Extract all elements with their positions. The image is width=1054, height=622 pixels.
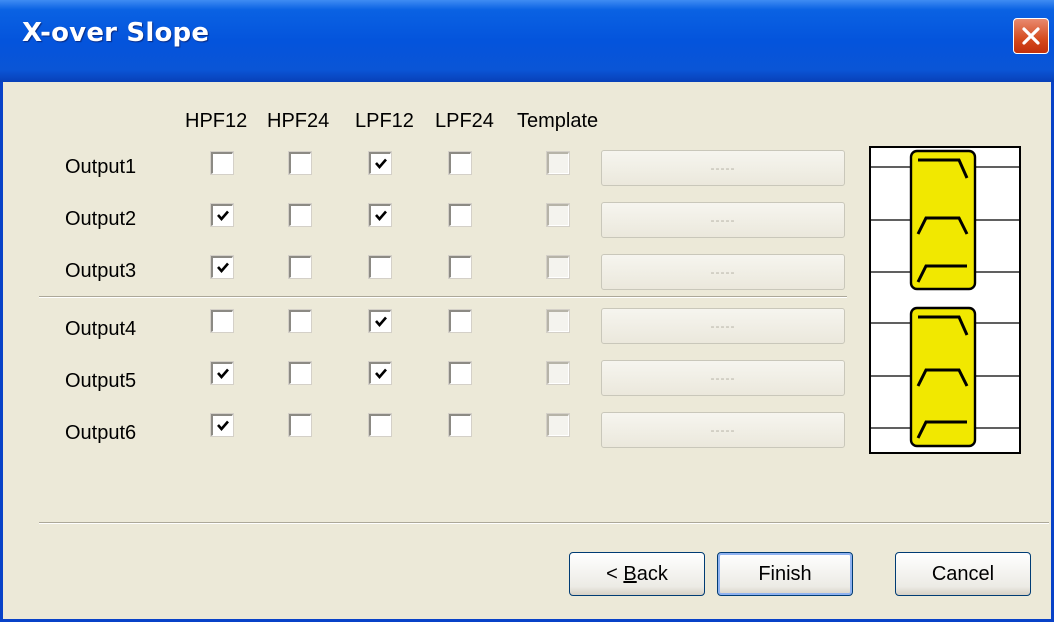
checkbox-output4-lpf24[interactable] [448,309,472,333]
checkbox-output1-template[interactable] [546,151,570,175]
checkbox-output3-lpf12[interactable] [368,255,392,279]
checkbox-output1-lpf12[interactable] [368,151,392,175]
template-button-output2[interactable]: ----- [601,202,845,238]
checkmark-icon [217,420,229,431]
checkbox-output5-hpf12[interactable] [210,361,234,385]
column-header-lpf12: LPF12 [355,110,414,132]
back-prefix: < [606,563,624,585]
group-divider [39,296,847,298]
cancel-button[interactable]: Cancel [895,552,1031,596]
checkbox-output4-lpf12[interactable] [368,309,392,333]
checkbox-output1-hpf24[interactable] [288,151,312,175]
close-button[interactable] [1013,18,1049,54]
row-label-output4: Output4 [65,318,137,340]
dialog-body: HPF12 HPF24 LPF12 LPF24 Template Output1… [3,82,1051,619]
back-rest: ack [636,563,668,585]
checkbox-output3-hpf12[interactable] [210,255,234,279]
checkmark-icon [375,158,387,169]
filter-block-upper [909,149,977,291]
crossover-diagram [869,146,1021,454]
checkbox-output5-lpf24[interactable] [448,361,472,385]
checkbox-output6-lpf24[interactable] [448,413,472,437]
checkbox-output4-template[interactable] [546,309,570,333]
checkbox-output1-hpf12[interactable] [210,151,234,175]
checkbox-output5-hpf24[interactable] [288,361,312,385]
checkmark-icon [217,262,229,273]
checkbox-output4-hpf24[interactable] [288,309,312,333]
row-label-output6: Output6 [65,422,137,444]
checkbox-output2-hpf12[interactable] [210,203,234,227]
template-button-output6[interactable]: ----- [601,412,845,448]
template-button-output4[interactable]: ----- [601,308,845,344]
template-button-output5[interactable]: ----- [601,360,845,396]
checkbox-output6-template[interactable] [546,413,570,437]
row-label-output3: Output3 [65,260,137,282]
checkbox-output1-lpf24[interactable] [448,151,472,175]
checkmark-icon [217,210,229,221]
footer-divider [39,522,1049,524]
checkbox-output6-hpf24[interactable] [288,413,312,437]
checkmark-icon [375,210,387,221]
finish-button[interactable]: Finish [717,552,853,596]
checkbox-output3-template[interactable] [546,255,570,279]
checkbox-output6-hpf12[interactable] [210,413,234,437]
checkbox-output6-lpf12[interactable] [368,413,392,437]
window-title: X-over Slope [22,18,210,48]
row-label-output5: Output5 [65,370,137,392]
template-button-output3[interactable]: ----- [601,254,845,290]
checkbox-output2-template[interactable] [546,203,570,227]
filter-block-lower [909,306,977,448]
checkbox-output4-hpf12[interactable] [210,309,234,333]
row-label-output2: Output2 [65,208,137,230]
checkbox-output5-template[interactable] [546,361,570,385]
back-button[interactable]: < Back [569,552,705,596]
checkmark-icon [217,368,229,379]
checkmark-icon [375,368,387,379]
close-icon [1022,27,1040,45]
checkbox-output5-lpf12[interactable] [368,361,392,385]
checkbox-output2-lpf24[interactable] [448,203,472,227]
checkmark-icon [375,316,387,327]
column-header-hpf24: HPF24 [267,110,330,132]
title-bar[interactable]: X-over Slope [0,0,1054,82]
row-label-output1: Output1 [65,156,137,178]
dialog-window: X-over Slope HPF12 HPF24 LPF12 LPF24 Tem… [0,0,1054,622]
checkbox-output3-lpf24[interactable] [448,255,472,279]
column-header-hpf12: HPF12 [185,110,248,132]
column-header-template: Template [517,110,599,132]
column-header-lpf24: LPF24 [435,110,494,132]
template-button-output1[interactable]: ----- [601,150,845,186]
back-mnemonic: B [623,563,637,585]
checkbox-output3-hpf24[interactable] [288,255,312,279]
checkbox-output2-hpf24[interactable] [288,203,312,227]
checkbox-output2-lpf12[interactable] [368,203,392,227]
